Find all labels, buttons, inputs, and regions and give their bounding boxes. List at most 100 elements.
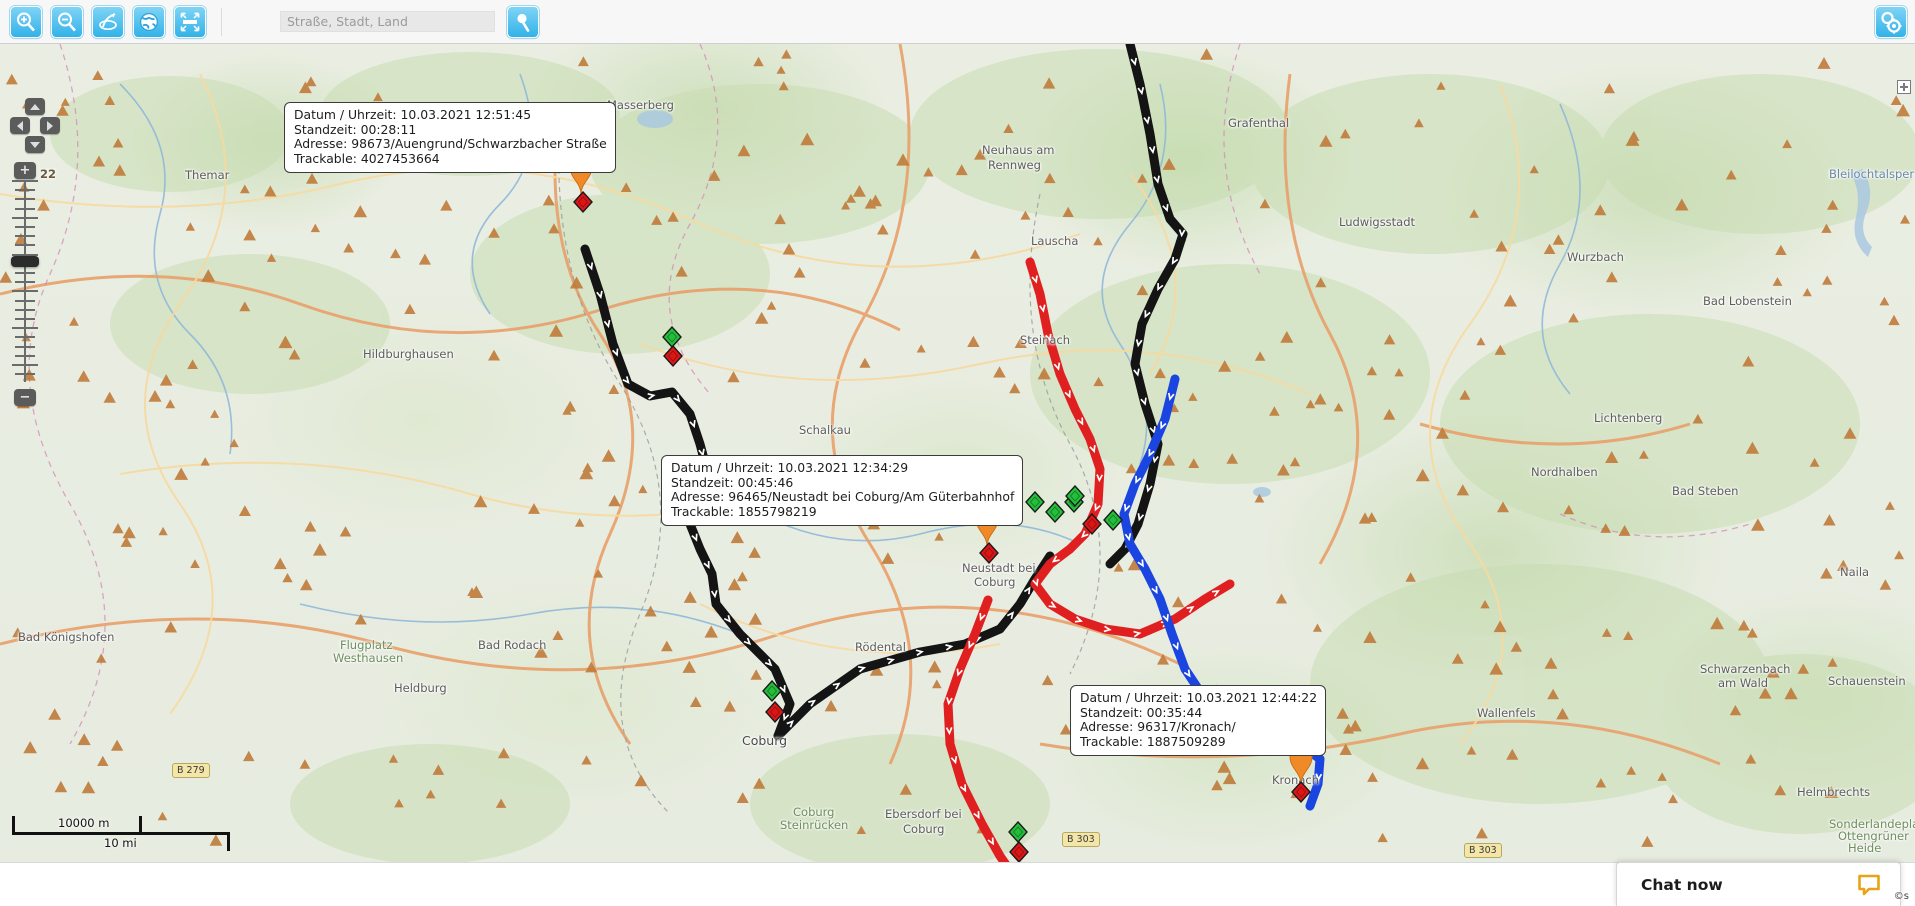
tooltip-kronach[interactable]: Datum / Uhrzeit: 10.03.2021 12:44:22 Sta… [1070, 685, 1327, 757]
tooltip-neustadt[interactable]: Datum / Uhrzeit: 10.03.2021 12:34:29 Sta… [661, 455, 1024, 527]
flag-marker-cluster-4[interactable] [1102, 508, 1123, 532]
globe-icon [139, 12, 159, 31]
tooltip-trackable-line: Trackable: 1887509289 [1080, 733, 1317, 750]
tooltip-adresse-label: Adresse: [1080, 719, 1134, 735]
tooltip-datum-label: Datum / Uhrzeit: [671, 460, 774, 475]
zoom-out-button[interactable]: − [14, 389, 36, 406]
pan-left-button[interactable] [10, 117, 30, 134]
tooltip-standzeit-label: Standzeit: [294, 121, 357, 137]
flag-marker-cluster-2[interactable] [1044, 500, 1065, 524]
tooltip-standzeit-label: Standzeit: [1080, 704, 1143, 720]
zoom-slider-tick [15, 318, 35, 320]
speech-bubble-icon [1858, 874, 1880, 895]
tooltip-auengrund[interactable]: Datum / Uhrzeit: 10.03.2021 12:51:45 Sta… [284, 102, 616, 174]
zoom-slider[interactable] [11, 180, 39, 382]
search-area [280, 5, 539, 38]
flag-marker-coburg-red[interactable] [764, 700, 785, 724]
tooltip-trackable-value: 1887509289 [1146, 733, 1226, 749]
measure-tool[interactable] [174, 5, 206, 38]
zoom-slider-tick [12, 327, 38, 330]
expand-box-icon[interactable] [1897, 80, 1911, 94]
flag-marker-auengrund[interactable] [572, 190, 593, 214]
road-shield: B 303 [1062, 832, 1100, 847]
chat-now-label: Chat now [1641, 875, 1723, 894]
zoom-slider-tick [12, 364, 38, 366]
flag-marker-neustadt[interactable] [978, 541, 999, 565]
scale-bar-imperial-label: 10 mi [104, 836, 137, 850]
zoom-slider-tick [15, 226, 35, 228]
flag-marker-eisfeld-green[interactable] [661, 325, 682, 349]
zoom-slider-tick [12, 216, 38, 219]
flag-marker-ebersdorf-red[interactable] [1008, 840, 1029, 862]
zoom-slider-tick [15, 235, 35, 238]
magnifier-plus-icon [17, 12, 35, 31]
flag-marker-cluster-6[interactable] [1064, 484, 1085, 508]
scale-bar-cap-left [12, 816, 15, 835]
tooltip-standzeit-value: 00:35:44 [1146, 704, 1203, 720]
tooltip-standzeit-label: Standzeit: [671, 474, 734, 490]
toolbar-right-group [1875, 6, 1907, 38]
zoom-out-tool[interactable] [51, 5, 83, 38]
zoom-slider-tick [15, 345, 35, 348]
zoom-in-tool[interactable] [10, 5, 42, 38]
pan-up-button[interactable] [25, 98, 45, 115]
flag-marker-cluster-1[interactable] [1024, 490, 1045, 514]
tooltip-standzeit-line: Standzeit: 00:28:11 [294, 121, 607, 138]
zoom-slider-tick [15, 336, 35, 339]
map-canvas[interactable]: Themar Masserberg Neuhaus am Rennweg Grafent… [0, 44, 1915, 862]
tooltip-standzeit-value: 00:45:46 [737, 474, 794, 490]
magnifier-minus-icon [58, 12, 76, 31]
zoom-slider-tick [15, 272, 35, 274]
zoom-slider-tick [15, 207, 35, 210]
bottom-bar: Chat now [0, 862, 1915, 906]
pan-down-button[interactable] [25, 136, 45, 153]
map-application: ThemarMasserbergNeuhaus amRennwegGrafent… [0, 0, 1915, 906]
road-shield: B 279 [172, 763, 210, 778]
tooltip-adresse-line: Adresse: 98673/Auengrund/Schwarzbacher S… [294, 136, 607, 152]
tooltip-adresse-value: 96465/Neustadt bei Coburg/Am Güterbahnho… [728, 489, 1015, 505]
tooltip-standzeit-value: 00:28:11 [360, 121, 417, 137]
route-arrow-icon [99, 12, 117, 30]
zoom-level-label: 22 [40, 167, 57, 181]
tooltip-datum-line: Datum / Uhrzeit: 10.03.2021 12:51:45 [294, 107, 607, 123]
search-location-button[interactable] [507, 5, 539, 38]
zoom-slider-tick [15, 354, 35, 357]
zoom-slider-tick [15, 299, 35, 302]
map-attribution: ©s [1893, 891, 1909, 902]
flag-marker-ebersdorf-green[interactable] [1007, 820, 1028, 844]
gears-icon [1881, 11, 1902, 34]
tooltip-trackable-label: Trackable: [671, 503, 734, 519]
zoom-slider-tick [15, 373, 35, 376]
chat-widget[interactable]: Chat now [1616, 862, 1901, 906]
globe-tool[interactable] [133, 5, 165, 38]
tooltip-datum-label: Datum / Uhrzeit: [294, 107, 397, 122]
search-input[interactable] [280, 11, 495, 32]
tooltip-standzeit-line: Standzeit: 00:35:44 [1080, 704, 1317, 721]
flag-marker-cluster-5[interactable] [1081, 512, 1102, 536]
scale-bar-cap-right [227, 832, 230, 851]
flag-marker-coburg[interactable] [761, 679, 782, 703]
tooltip-adresse-label: Adresse: [294, 136, 348, 152]
settings-button[interactable] [1875, 6, 1907, 38]
zoom-slider-tick [12, 290, 38, 293]
toolbar-tool-group [0, 5, 228, 38]
scale-bar: 10000 m 10 mi [8, 810, 233, 854]
tooltip-trackable-line: Trackable: 1855798219 [671, 503, 1014, 520]
route-tool[interactable] [92, 5, 124, 38]
pan-control [10, 98, 60, 154]
tooltip-datum-value: 10.03.2021 12:44:22 [1186, 690, 1318, 705]
tooltip-adresse-line: Adresse: 96465/Neustadt bei Coburg/Am Gü… [671, 489, 1015, 505]
zoom-slider-tick [15, 244, 35, 247]
zoom-in-button[interactable]: + [14, 162, 36, 179]
tooltip-datum-value: 10.03.2021 12:34:29 [777, 460, 909, 475]
zoom-slider-tick [15, 198, 35, 201]
pan-right-button[interactable] [40, 117, 60, 134]
zoom-slider-handle[interactable] [11, 256, 39, 267]
flag-marker-eisfeld-red[interactable] [662, 344, 683, 368]
tooltip-trackable-label: Trackable: [294, 150, 357, 166]
zoom-slider-tick [15, 308, 35, 311]
zoom-slider-tick [12, 180, 38, 182]
zoom-slider-tick [15, 281, 35, 284]
flag-marker-kronach[interactable] [1290, 780, 1311, 804]
top-toolbar [0, 0, 1915, 44]
